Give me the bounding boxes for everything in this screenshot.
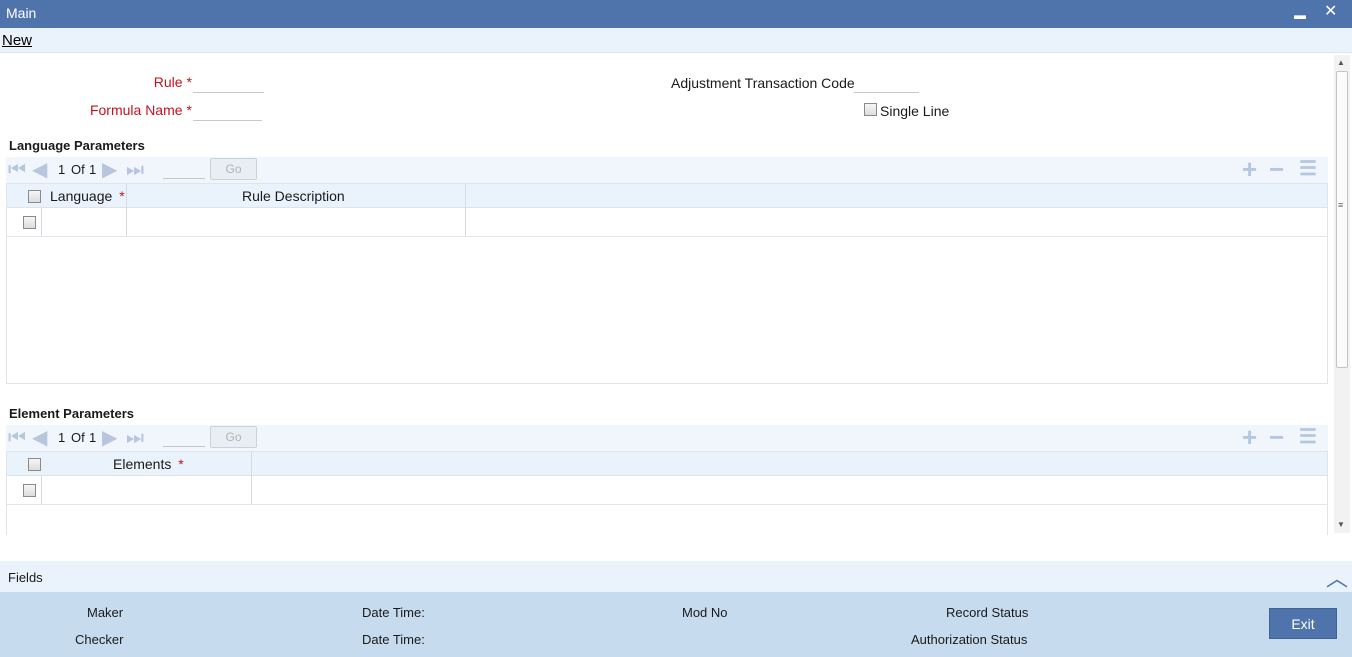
row-checkbox[interactable]	[23, 484, 36, 497]
language-parameters-title: Language Parameters	[9, 138, 145, 153]
go-button[interactable]: Go	[210, 158, 257, 180]
fields-bar: Fields ︿	[0, 561, 1352, 592]
column-divider	[251, 452, 252, 476]
grid-header: Language * Rule Description	[7, 184, 1327, 208]
checker-label: Checker	[75, 632, 124, 647]
scroll-down-icon[interactable]: ▼	[1337, 520, 1345, 529]
element-parameters-title: Element Parameters	[9, 406, 135, 421]
go-button[interactable]: Go	[210, 426, 257, 448]
adjustment-transaction-code-label: Adjustment Transaction Code	[671, 75, 855, 91]
chevron-up-icon[interactable]: ︿	[1326, 561, 1348, 593]
maker-datetime-label: Date Time:	[362, 605, 425, 620]
column-divider	[41, 208, 42, 237]
language-parameters-grid: Language * Rule Description	[6, 183, 1328, 384]
close-icon[interactable]: ✕	[1324, 2, 1337, 22]
single-line-label: Single Line	[880, 103, 950, 119]
fields-label[interactable]: Fields	[8, 570, 43, 585]
maker-label: Maker	[87, 605, 124, 620]
required-marker: *	[186, 74, 192, 90]
current-page: 1	[58, 430, 66, 445]
single-line-checkbox[interactable]	[864, 103, 877, 116]
column-header-rule-description: Rule Description	[242, 188, 345, 204]
single-view-icon[interactable]: ☰	[1299, 425, 1317, 449]
grip-icon: ≡	[1338, 200, 1344, 210]
element-parameters-grid: Elements *	[6, 451, 1328, 535]
formula-name-label-text: Formula Name	[89, 102, 183, 118]
formula-name-label: Formula Name *	[40, 102, 192, 118]
formula-name-input[interactable]	[193, 101, 262, 121]
page-number-input[interactable]	[163, 427, 205, 447]
current-page: 1	[58, 162, 66, 177]
rule-label: Rule *	[100, 74, 192, 90]
minimize-icon[interactable]: ▬	[1294, 5, 1306, 25]
required-marker: *	[119, 188, 125, 204]
select-all-checkbox[interactable]	[28, 458, 41, 471]
column-header-elements: Elements *	[113, 456, 184, 472]
total-pages: 1	[89, 162, 97, 177]
add-row-icon[interactable]: +	[1242, 424, 1257, 450]
column-header-elements-text: Elements	[113, 456, 172, 472]
column-divider	[465, 184, 466, 208]
vertical-scrollbar[interactable]: ▲ ≡ ▼	[1334, 55, 1350, 533]
delete-row-icon[interactable]: −	[1269, 156, 1284, 182]
scrollbar-thumb[interactable]: ≡	[1336, 71, 1348, 368]
table-row	[7, 208, 1327, 237]
required-marker: *	[178, 456, 184, 472]
total-pages: 1	[89, 430, 97, 445]
row-divider	[7, 236, 1327, 237]
of-label: Of	[71, 162, 85, 177]
of-label: Of	[71, 430, 85, 445]
window-titlebar: Main ▬ ✕	[0, 0, 1352, 28]
first-page-icon[interactable]: ⏮	[8, 428, 26, 448]
column-divider	[41, 476, 42, 505]
mod-no-label: Mod No	[682, 605, 728, 620]
column-divider	[251, 476, 252, 505]
grid-header: Elements *	[7, 452, 1327, 476]
new-menu-link[interactable]: New	[2, 32, 32, 49]
select-all-checkbox[interactable]	[28, 190, 41, 203]
required-marker: *	[186, 102, 192, 118]
next-page-icon[interactable]: ▶	[102, 160, 117, 180]
prev-page-icon[interactable]: ◀	[32, 160, 47, 180]
delete-row-icon[interactable]: −	[1269, 424, 1284, 450]
language-pager: ⏮ ◀ 1 Of 1 ▶ ⏭ Go + − ☰	[6, 156, 1328, 183]
adjustment-transaction-code-input[interactable]	[854, 73, 919, 93]
column-divider	[465, 208, 466, 237]
last-page-icon[interactable]: ⏭	[126, 428, 144, 448]
rule-label-text: Rule	[153, 74, 183, 90]
row-divider	[7, 504, 1327, 505]
record-status-label: Record Status	[946, 605, 1029, 620]
row-checkbox[interactable]	[23, 216, 36, 229]
audit-footer: Maker Checker Date Time: Date Time: Mod …	[0, 592, 1352, 657]
column-header-language: Language *	[50, 188, 125, 204]
scroll-up-icon[interactable]: ▲	[1337, 58, 1345, 67]
first-page-icon[interactable]: ⏮	[8, 160, 26, 180]
authorization-status-label: Authorization Status	[911, 632, 1028, 647]
element-pager: ⏮ ◀ 1 Of 1 ▶ ⏭ Go + − ☰	[6, 424, 1328, 451]
exit-button[interactable]: Exit	[1269, 608, 1337, 639]
next-page-icon[interactable]: ▶	[102, 428, 117, 448]
checker-datetime-label: Date Time:	[362, 632, 425, 647]
add-row-icon[interactable]: +	[1242, 156, 1257, 182]
single-view-icon[interactable]: ☰	[1299, 157, 1317, 181]
menu-bar: New	[0, 28, 1352, 53]
column-header-language-text: Language	[50, 188, 113, 204]
last-page-icon[interactable]: ⏭	[126, 160, 144, 180]
window-title: Main	[6, 5, 37, 21]
rule-input[interactable]	[193, 73, 264, 93]
prev-page-icon[interactable]: ◀	[32, 428, 47, 448]
column-divider	[126, 184, 127, 208]
table-row	[7, 476, 1327, 505]
column-divider	[126, 208, 127, 237]
page-number-input[interactable]	[163, 159, 205, 179]
